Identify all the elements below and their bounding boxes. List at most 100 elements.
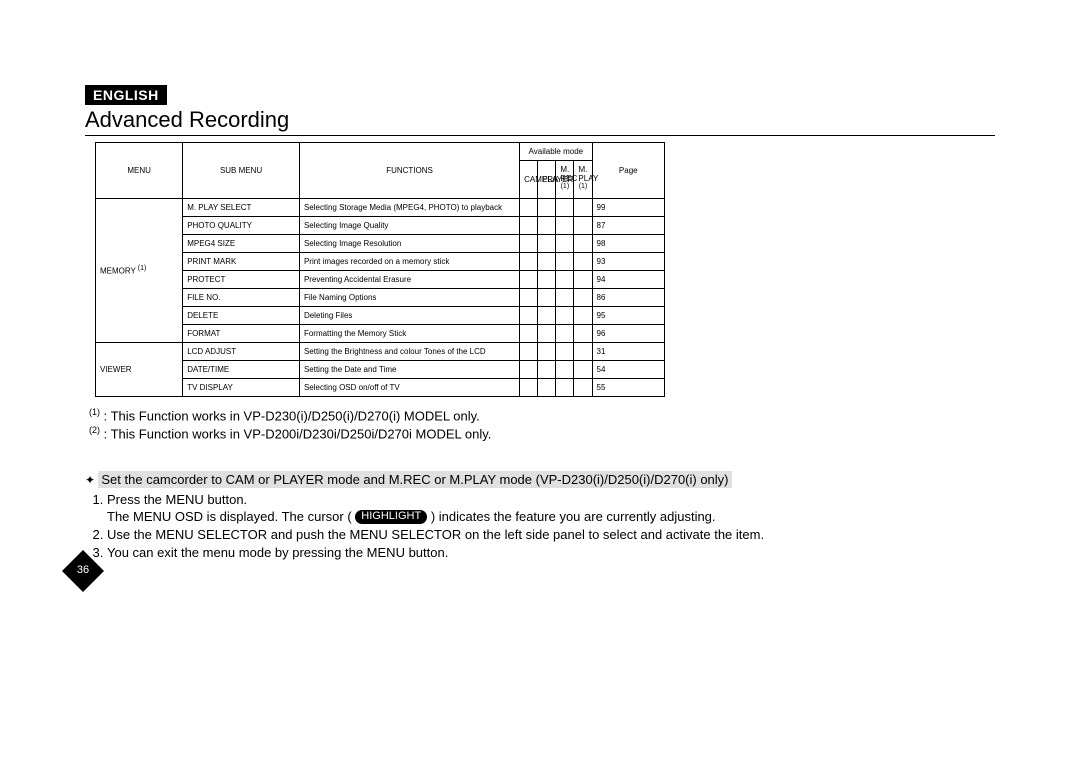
mode-cell xyxy=(574,324,592,342)
function-cell: Formatting the Memory Stick xyxy=(299,324,519,342)
submenu-cell: DELETE xyxy=(183,306,300,324)
table-row: MEMORY (1)M. PLAY SELECTSelecting Storag… xyxy=(96,198,665,216)
mode-cell xyxy=(520,360,538,378)
function-cell: Selecting Image Resolution xyxy=(299,234,519,252)
footnote-2: (2) : This Function works in VP-D200i/D2… xyxy=(89,425,995,441)
manual-page: ENGLISH Advanced Recording MENU SUB MENU… xyxy=(85,85,995,563)
submenu-cell: FILE NO. xyxy=(183,288,300,306)
mode-cell xyxy=(556,198,574,216)
highlight-pill: HIGHLIGHT xyxy=(355,510,427,524)
instruction-lead: Set the camcorder to CAM or PLAYER mode … xyxy=(98,471,731,488)
mode-cell xyxy=(538,288,556,306)
page-cell: 99 xyxy=(592,198,664,216)
page-cell: 31 xyxy=(592,342,664,360)
mode-cell xyxy=(520,378,538,396)
page-number-badge: 36 xyxy=(62,550,104,592)
mode-cell xyxy=(574,342,592,360)
function-cell: Selecting Storage Media (MPEG4, PHOTO) t… xyxy=(299,198,519,216)
mode-cell xyxy=(556,270,574,288)
mode-cell xyxy=(574,378,592,396)
function-cell: File Naming Options xyxy=(299,288,519,306)
page-cell: 96 xyxy=(592,324,664,342)
submenu-cell: DATE/TIME xyxy=(183,360,300,378)
mode-cell xyxy=(556,342,574,360)
page-cell: 98 xyxy=(592,234,664,252)
mode-cell xyxy=(556,324,574,342)
mode-cell xyxy=(538,216,556,234)
mode-cell xyxy=(520,234,538,252)
th-sub-menu: SUB MENU xyxy=(183,143,300,199)
mode-cell xyxy=(520,288,538,306)
mode-cell xyxy=(520,216,538,234)
th-available-mode: Available mode xyxy=(520,143,592,161)
function-cell: Setting the Brightness and colour Tones … xyxy=(299,342,519,360)
mode-cell xyxy=(538,378,556,396)
mode-cell xyxy=(556,234,574,252)
mode-cell xyxy=(574,216,592,234)
mode-cell xyxy=(520,324,538,342)
mode-cell xyxy=(538,306,556,324)
page-cell: 55 xyxy=(592,378,664,396)
mode-cell xyxy=(574,306,592,324)
th-menu: MENU xyxy=(96,143,183,199)
table-row: VIEWERLCD ADJUSTSetting the Brightness a… xyxy=(96,342,665,360)
footnote-1: (1) : This Function works in VP-D230(i)/… xyxy=(89,407,995,423)
mode-cell xyxy=(574,252,592,270)
submenu-cell: MPEG4 SIZE xyxy=(183,234,300,252)
mode-cell xyxy=(574,288,592,306)
page-cell: 93 xyxy=(592,252,664,270)
function-cell: Print images recorded on a memory stick xyxy=(299,252,519,270)
submenu-cell: FORMAT xyxy=(183,324,300,342)
mode-cell xyxy=(538,198,556,216)
page-cell: 86 xyxy=(592,288,664,306)
mode-cell xyxy=(556,288,574,306)
step-2: Use the MENU SELECTOR and push the MENU … xyxy=(107,527,995,543)
mode-cell xyxy=(520,342,538,360)
page-cell: 54 xyxy=(592,360,664,378)
mode-cell xyxy=(574,270,592,288)
step-3: You can exit the menu mode by pressing t… xyxy=(107,545,995,561)
mode-cell xyxy=(520,306,538,324)
mode-cell xyxy=(574,234,592,252)
page-cell: 95 xyxy=(592,306,664,324)
mode-cell xyxy=(574,360,592,378)
mode-cell xyxy=(538,252,556,270)
menu-cell: MEMORY (1) xyxy=(96,198,183,342)
function-cell: Setting the Date and Time xyxy=(299,360,519,378)
mode-cell xyxy=(556,306,574,324)
mode-cell xyxy=(556,378,574,396)
menu-cell: VIEWER xyxy=(96,342,183,396)
submenu-cell: PHOTO QUALITY xyxy=(183,216,300,234)
th-page: Page xyxy=(592,143,664,199)
th-camera: CAMERA xyxy=(520,161,538,199)
submenu-cell: LCD ADJUST xyxy=(183,342,300,360)
submenu-cell: TV DISPLAY xyxy=(183,378,300,396)
page-cell: 87 xyxy=(592,216,664,234)
th-functions: FUNCTIONS xyxy=(299,143,519,199)
menu-table: MENU SUB MENU FUNCTIONS Available mode P… xyxy=(95,142,665,397)
mode-cell xyxy=(556,360,574,378)
function-cell: Preventing Accidental Erasure xyxy=(299,270,519,288)
mode-cell xyxy=(538,360,556,378)
submenu-cell: PRINT MARK xyxy=(183,252,300,270)
mode-cell xyxy=(538,234,556,252)
mode-cell xyxy=(574,198,592,216)
page-title: Advanced Recording xyxy=(85,107,995,136)
function-cell: Selecting OSD on/off of TV xyxy=(299,378,519,396)
mode-cell xyxy=(538,342,556,360)
mode-cell xyxy=(520,252,538,270)
page-cell: 94 xyxy=(592,270,664,288)
mode-cell xyxy=(556,216,574,234)
footnotes: (1) : This Function works in VP-D230(i)/… xyxy=(89,407,995,442)
instruction-steps: Press the MENU button. The MENU OSD is d… xyxy=(85,492,995,561)
mode-cell xyxy=(520,270,538,288)
function-cell: Deleting Files xyxy=(299,306,519,324)
submenu-cell: M. PLAY SELECT xyxy=(183,198,300,216)
submenu-cell: PROTECT xyxy=(183,270,300,288)
instructions-block: ✦ Set the camcorder to CAM or PLAYER mod… xyxy=(85,471,995,561)
step-1: Press the MENU button. The MENU OSD is d… xyxy=(107,492,995,525)
mode-cell xyxy=(556,252,574,270)
language-badge: ENGLISH xyxy=(85,85,167,105)
mode-cell xyxy=(538,324,556,342)
function-cell: Selecting Image Quality xyxy=(299,216,519,234)
